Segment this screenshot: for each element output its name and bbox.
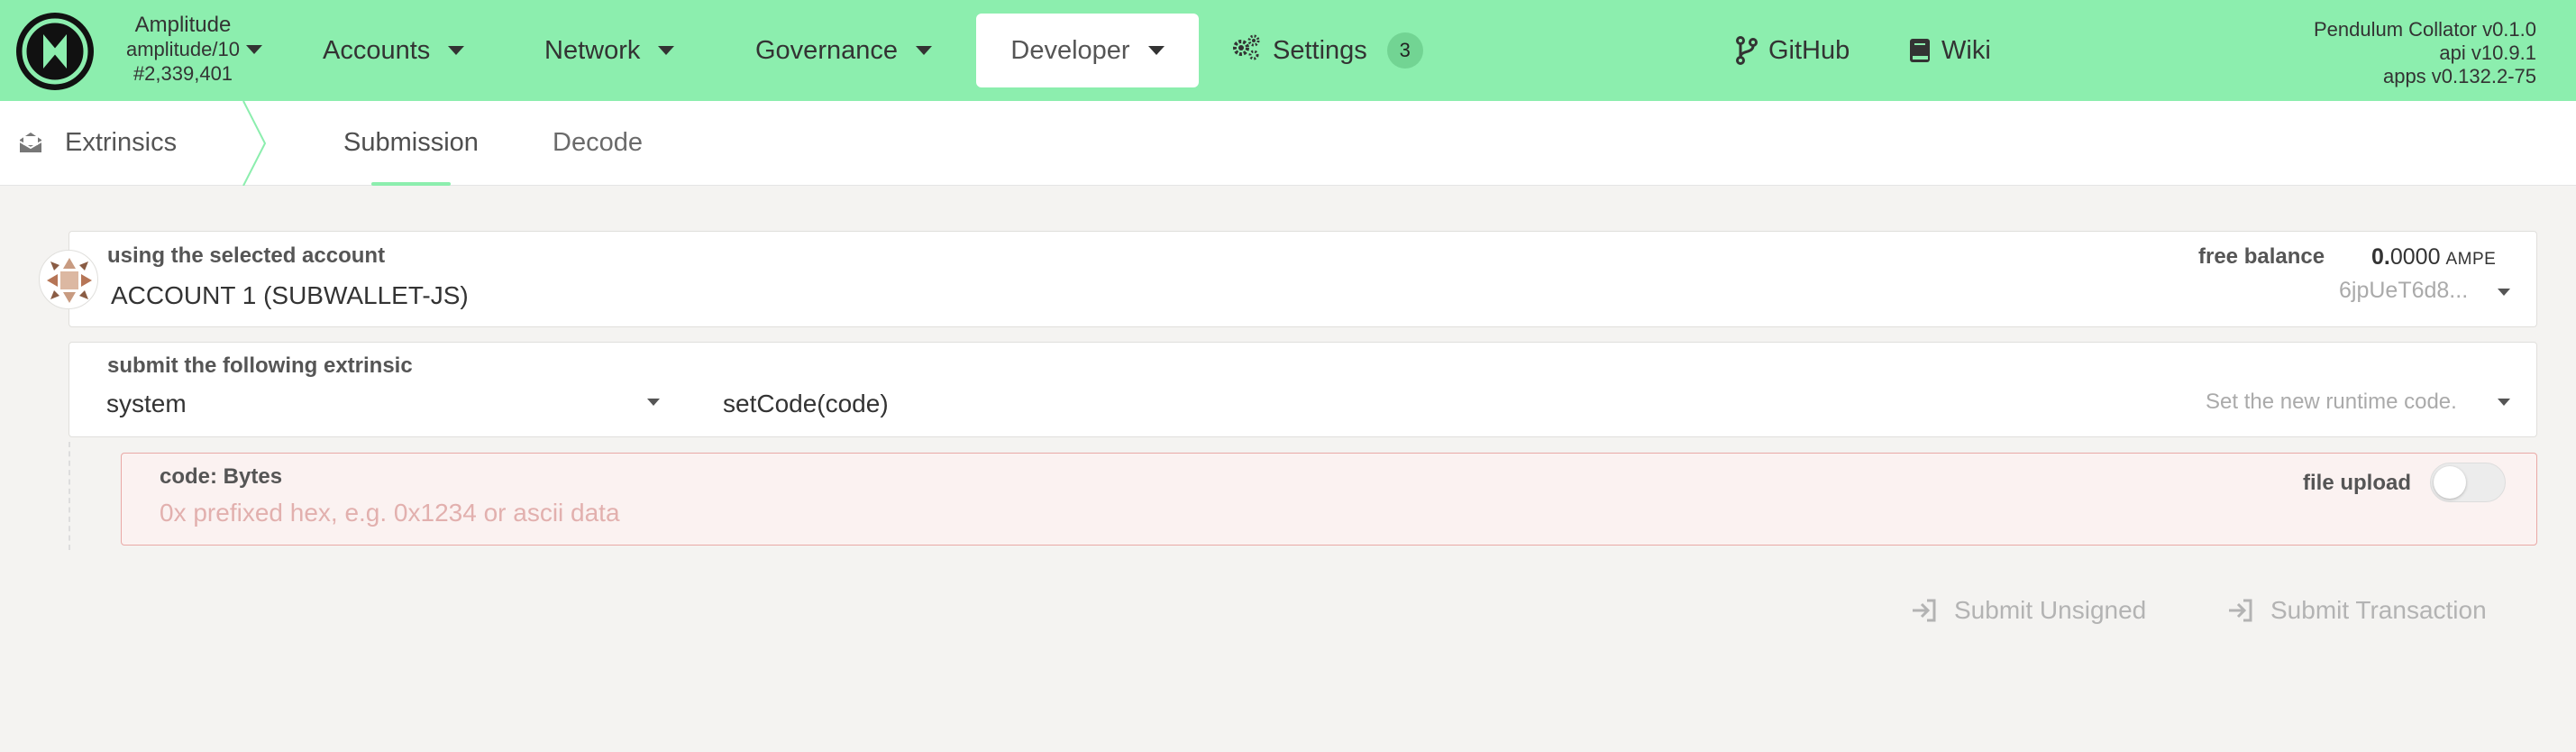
submit-transaction-label: Submit Transaction [2270,596,2487,624]
chevron-down-icon[interactable] [647,399,660,406]
account-label: using the selected account [107,243,386,268]
version-info: Pendulum Collator v0.1.0 api v10.9.1 app… [2314,18,2536,88]
code-param-label: code: Bytes [160,464,283,489]
free-balance-label: free balance [2198,244,2325,269]
submit-unsigned-label: Submit Unsigned [1954,596,2147,624]
chevron-down-icon [916,46,932,55]
extrinsic-selector [69,342,2537,437]
breadcrumb-chevron [242,101,267,186]
account-address: 6jpUeT6d8... [2339,278,2469,303]
settings-count-badge: 3 [1386,32,1423,69]
block-number: #2,339,401 [132,62,233,85]
sign-in-icon [1913,599,1936,622]
chevron-down-icon[interactable] [2498,399,2510,406]
balance-unit: AMPE [2445,250,2497,269]
account-identicon [39,250,98,309]
chevron-down-icon [448,46,465,55]
pallet-select[interactable]: system [106,390,187,418]
book-icon [1910,39,1930,62]
section-title: Extrinsics [65,128,178,157]
free-balance-value: 0.0000 AMPE [2371,244,2496,271]
nav-accounts-label: Accounts [323,35,431,65]
sub-navbar: Extrinsics Submission Decode [0,101,2576,186]
nav-settings[interactable]: Settings 3 [1231,14,1423,87]
nav-wiki[interactable]: Wiki [1909,14,1991,87]
toggle-knob [2434,466,2466,499]
envelope-open-icon [18,131,43,159]
submit-unsigned-button[interactable]: Submit Unsigned [1911,591,2146,630]
param-indent-guide [69,442,70,550]
nav-developer[interactable]: Developer [976,14,1199,87]
submit-transaction-button[interactable]: Submit Transaction [2227,591,2487,630]
chevron-down-icon[interactable] [246,45,262,54]
nav-wiki-label: Wiki [1941,35,1991,65]
balance-decimals: 0000 [2389,244,2441,270]
sign-in-icon [2229,599,2252,622]
node-version: Pendulum Collator v0.1.0 [2313,18,2536,41]
active-tab-indicator [371,182,451,186]
tab-submission[interactable]: Submission [343,128,479,158]
account-name: ACCOUNT 1 (SUBWALLET-JS) [111,281,469,309]
nav-github[interactable]: GitHub [1736,14,1850,87]
file-upload-toggle[interactable] [2430,463,2506,502]
nav-network-label: Network [544,35,641,65]
balance-int: 0. [2371,244,2390,270]
nav-governance-label: Governance [755,35,898,65]
nav-accounts[interactable]: Accounts [323,14,465,87]
method-select[interactable]: setCode(code) [723,390,889,418]
method-description: Set the new runtime code. [2206,390,2457,414]
code-input-placeholder[interactable]: 0x prefixed hex, e.g. 0x1234 or ascii da… [160,499,620,527]
extrinsic-label: submit the following extrinsic [107,353,413,378]
nav-developer-label: Developer [1010,35,1130,65]
nav-settings-label: Settings [1273,35,1367,65]
chevron-down-icon [658,46,675,55]
chevron-down-icon [1147,46,1165,55]
chain-spec: amplitude/10 [126,38,240,60]
code-branch-icon [1736,36,1758,65]
top-navbar: Amplitude amplitude/10 #2,339,401 Accoun… [0,0,2576,101]
chain-name: Amplitude [134,13,232,37]
file-upload-label: file upload [2303,471,2411,495]
chevron-down-icon[interactable] [2498,289,2510,296]
api-version: api v10.9.1 [2439,41,2536,64]
nav-network[interactable]: Network [544,14,675,87]
gears-icon [1231,33,1262,68]
nav-governance[interactable]: Governance [755,14,932,87]
chain-selector[interactable]: Amplitude amplitude/10 #2,339,401 [106,13,260,86]
nav-github-label: GitHub [1768,35,1850,65]
account-selector[interactable] [69,231,2537,327]
amplitude-logo-icon[interactable] [16,13,94,90]
tab-decode[interactable]: Decode [553,128,643,158]
apps-version: apps v0.132.2-75 [2382,65,2536,87]
